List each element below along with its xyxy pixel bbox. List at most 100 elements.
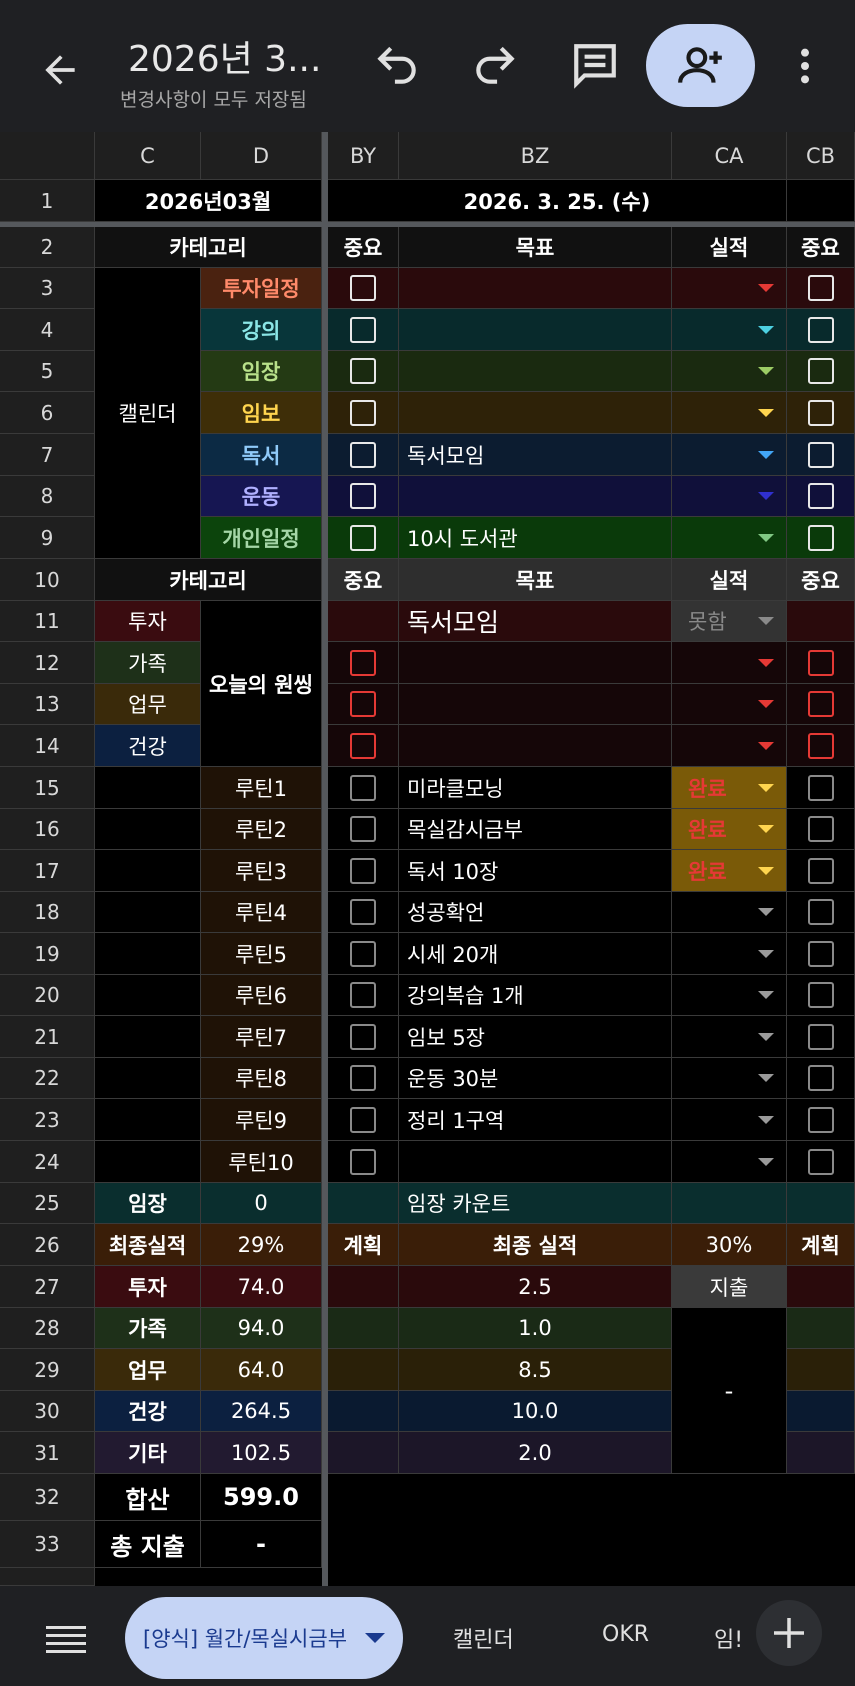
checkbox-cell[interactable]	[328, 351, 399, 392]
result-header[interactable]: 실적	[672, 559, 787, 601]
checkbox-cell[interactable]	[787, 809, 855, 850]
row-number[interactable]: 4	[0, 309, 95, 351]
row-number[interactable]: 31	[0, 1432, 95, 1474]
summary-result[interactable]: 1.0	[399, 1308, 672, 1349]
checkbox[interactable]	[807, 940, 834, 967]
summary-category[interactable]: 업무	[95, 1349, 201, 1391]
summary-value[interactable]: 264.5	[201, 1391, 322, 1432]
checkbox-cell[interactable]	[328, 767, 399, 809]
column-header-cb[interactable]: CB	[787, 132, 855, 180]
category-cell[interactable]: 업무	[95, 684, 201, 725]
summary-result[interactable]: 2.0	[399, 1432, 672, 1474]
checkbox-cell[interactable]	[328, 725, 399, 767]
row-number[interactable]: 26	[0, 1224, 95, 1266]
menu-icon[interactable]	[46, 1624, 86, 1654]
checkbox-cell[interactable]	[787, 1099, 855, 1141]
row-number[interactable]: 15	[0, 767, 95, 809]
cell[interactable]	[95, 1099, 201, 1141]
checkbox[interactable]	[807, 358, 834, 384]
goal-cell[interactable]: 독서모임	[399, 601, 672, 642]
category-cell[interactable]: 운동	[201, 476, 322, 517]
row-number[interactable]: 8	[0, 476, 95, 517]
date-cell[interactable]: 2026. 3. 25. (수)	[328, 180, 787, 222]
checkbox[interactable]	[807, 816, 834, 842]
corner-cell[interactable]	[0, 132, 95, 180]
checkbox[interactable]	[350, 1065, 376, 1091]
final-result-value[interactable]: 29%	[201, 1224, 322, 1266]
sheet-tab-okr[interactable]: OKR	[602, 1622, 649, 1647]
checkbox[interactable]	[350, 940, 376, 967]
row-number[interactable]: 32	[0, 1474, 95, 1521]
checkbox-cell[interactable]	[787, 1016, 855, 1058]
checkbox-cell[interactable]	[328, 517, 399, 559]
checkbox-cell[interactable]	[787, 1141, 855, 1183]
cell[interactable]	[787, 1349, 855, 1391]
checkbox[interactable]	[350, 816, 376, 842]
cell[interactable]	[95, 933, 201, 975]
category-cell[interactable]: 개인일정	[201, 517, 322, 559]
checkbox[interactable]	[350, 1023, 376, 1050]
goal-cell[interactable]	[399, 268, 672, 309]
final-result-header[interactable]: 최종 실적	[399, 1224, 672, 1266]
row-number[interactable]: 3	[0, 268, 95, 309]
checkbox[interactable]	[807, 399, 834, 426]
checkbox[interactable]	[807, 524, 834, 551]
goal-cell[interactable]: 10시 도서관	[399, 517, 672, 559]
checkbox-cell[interactable]	[787, 351, 855, 392]
result-dropdown[interactable]	[672, 392, 787, 434]
result-dropdown[interactable]	[672, 684, 787, 725]
row-number[interactable]: 10	[0, 559, 95, 601]
checkbox[interactable]	[807, 649, 834, 676]
checkbox-cell[interactable]	[787, 767, 855, 809]
category-cell[interactable]: 임장	[201, 351, 322, 392]
cell[interactable]	[328, 1266, 399, 1308]
result-dropdown[interactable]	[672, 351, 787, 392]
checkbox[interactable]	[350, 275, 376, 301]
row-number[interactable]: 6	[0, 392, 95, 434]
checkbox[interactable]	[350, 1148, 376, 1175]
cell[interactable]	[95, 767, 201, 809]
routine-label[interactable]: 루틴9	[201, 1099, 322, 1141]
cell[interactable]	[95, 1141, 201, 1183]
routine-goal[interactable]: 강의복습 1개	[399, 975, 672, 1016]
field-label[interactable]: 임장	[95, 1183, 201, 1224]
goal-cell[interactable]	[399, 392, 672, 434]
plan-header[interactable]: 계획	[328, 1224, 399, 1266]
checkbox-cell[interactable]	[787, 392, 855, 434]
category-cell[interactable]: 강의	[201, 309, 322, 351]
field-count[interactable]: 0	[201, 1183, 322, 1224]
routine-label[interactable]: 루틴2	[201, 809, 322, 850]
row-number[interactable]: 28	[0, 1308, 95, 1349]
result-dropdown[interactable]	[672, 642, 787, 684]
summary-result[interactable]: 10.0	[399, 1391, 672, 1432]
routine-goal[interactable]: 운동 30분	[399, 1058, 672, 1099]
routine-label[interactable]: 루틴8	[201, 1058, 322, 1099]
summary-value[interactable]: 74.0	[201, 1266, 322, 1308]
column-header-c[interactable]: C	[95, 132, 201, 180]
checkbox[interactable]	[350, 649, 376, 676]
row-number[interactable]: 29	[0, 1349, 95, 1391]
checkbox-cell[interactable]	[787, 933, 855, 975]
routine-goal[interactable]: 미라클모닝	[399, 767, 672, 809]
cell[interactable]	[95, 850, 201, 892]
routine-label[interactable]: 루틴7	[201, 1016, 322, 1058]
spreadsheet-grid[interactable]: C D BY BZ CA CB 1 2026년03월 2026. 3. 25. …	[0, 132, 855, 1586]
importance-header[interactable]: 중요	[328, 559, 399, 601]
checkbox-cell[interactable]	[328, 850, 399, 892]
result-dropdown[interactable]	[672, 1141, 787, 1183]
cell[interactable]	[95, 892, 201, 933]
checkbox[interactable]	[350, 982, 376, 1008]
routine-label[interactable]: 루틴6	[201, 975, 322, 1016]
result-dropdown[interactable]	[672, 434, 787, 476]
cell[interactable]	[328, 1391, 399, 1432]
checkbox-cell[interactable]	[787, 309, 855, 351]
row-number[interactable]: 7	[0, 434, 95, 476]
row-number[interactable]: 12	[0, 642, 95, 684]
checkbox[interactable]	[807, 774, 834, 801]
checkbox[interactable]	[807, 1065, 834, 1091]
checkbox-cell[interactable]	[787, 1058, 855, 1099]
routine-goal[interactable]: 시세 20개	[399, 933, 672, 975]
category-cell[interactable]: 투자	[95, 601, 201, 642]
caret-down-icon[interactable]	[365, 1633, 385, 1643]
goal-cell[interactable]	[399, 684, 672, 725]
